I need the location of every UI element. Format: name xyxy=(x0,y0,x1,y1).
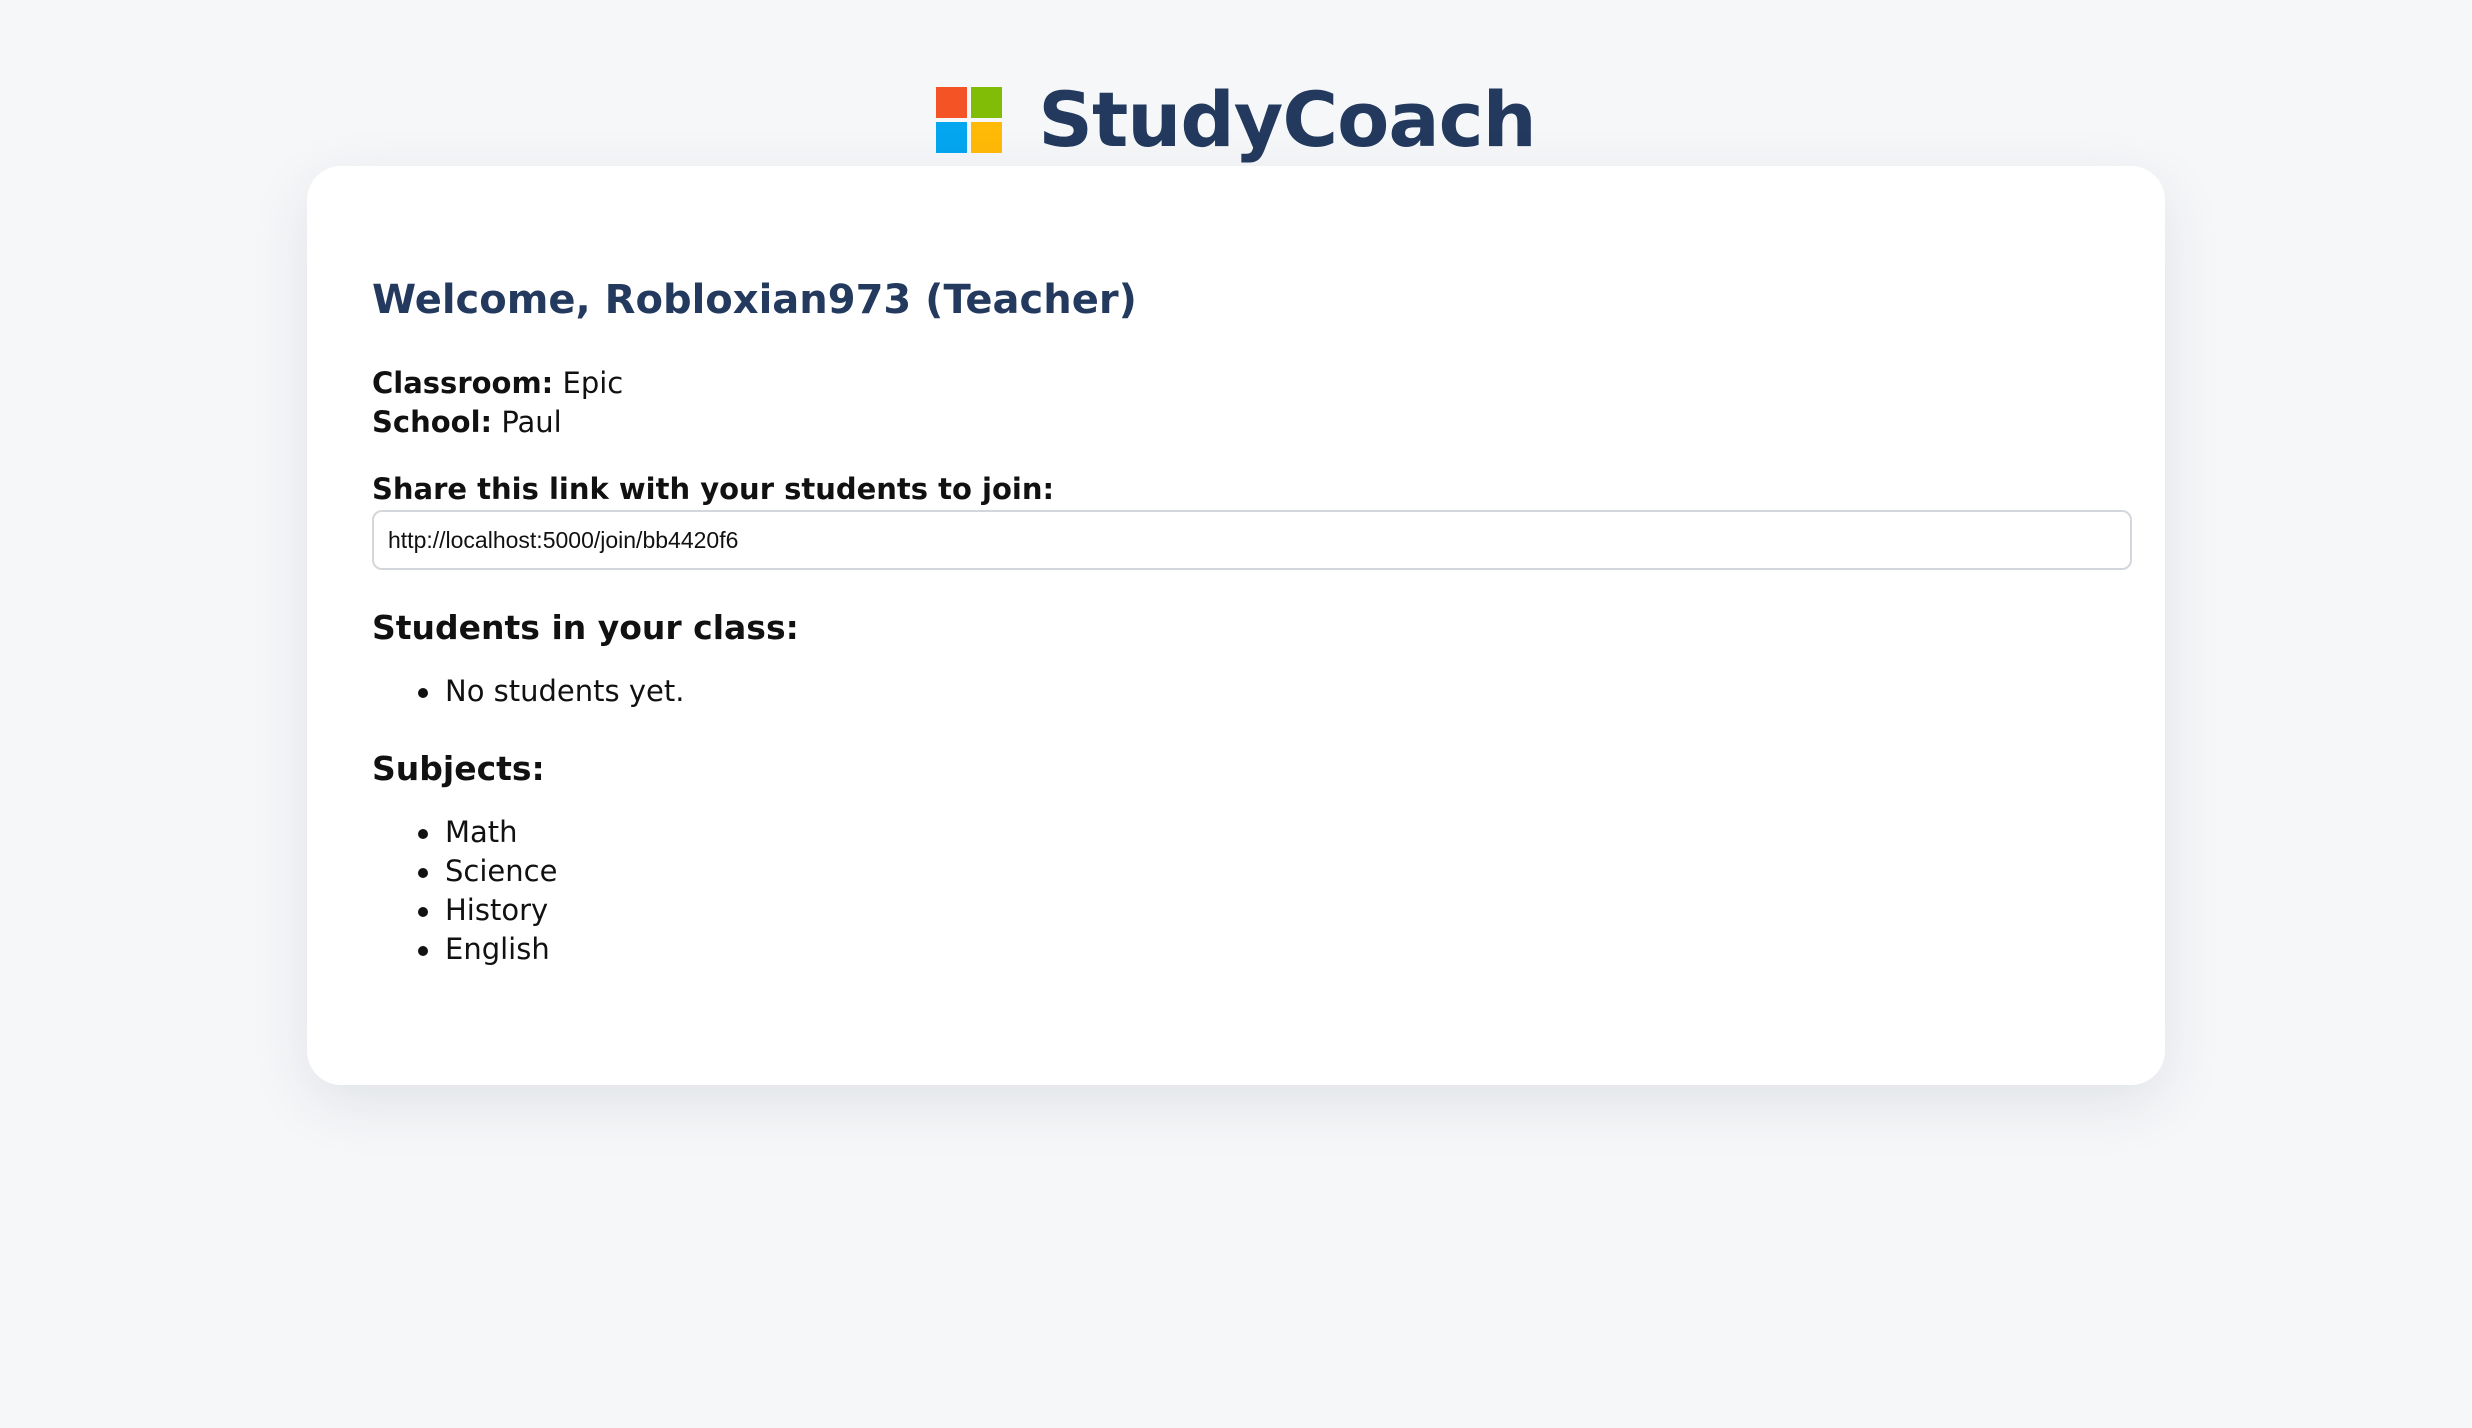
logo-square-green xyxy=(971,87,1003,118)
dashboard-card: Welcome, Robloxian973 (Teacher) Classroo… xyxy=(307,166,2165,1085)
logo-square-blue xyxy=(936,122,968,153)
school-info: School: Paul xyxy=(372,403,2133,442)
welcome-heading: Welcome, Robloxian973 (Teacher) xyxy=(372,277,1137,323)
share-link-input[interactable] xyxy=(372,510,2132,570)
subject-item-history: History xyxy=(418,891,2133,930)
share-link-label: Share this link with your students to jo… xyxy=(372,472,1055,506)
school-label: School: xyxy=(372,405,493,439)
classroom-info: Classroom: Epic xyxy=(372,364,2133,403)
students-list: No students yet. xyxy=(372,672,2133,711)
subject-item-science: Science xyxy=(418,852,2133,891)
logo-square-yellow xyxy=(971,122,1003,153)
subject-item-math: Math xyxy=(418,813,2133,852)
logo-square-red xyxy=(936,87,968,118)
subjects-heading: Subjects: xyxy=(372,749,545,788)
classroom-value: Epic xyxy=(562,366,624,400)
app-logo-icon xyxy=(936,87,1003,153)
school-value: Paul xyxy=(501,405,562,439)
subject-item-english: English xyxy=(418,930,2133,969)
subjects-list: Math Science History English xyxy=(372,813,2133,969)
list-item: No students yet. xyxy=(418,672,2133,711)
app-title: StudyCoach xyxy=(1038,75,1537,164)
students-heading: Students in your class: xyxy=(372,608,799,647)
app-header: StudyCoach xyxy=(0,70,2472,170)
classroom-label: Classroom: xyxy=(372,366,554,400)
